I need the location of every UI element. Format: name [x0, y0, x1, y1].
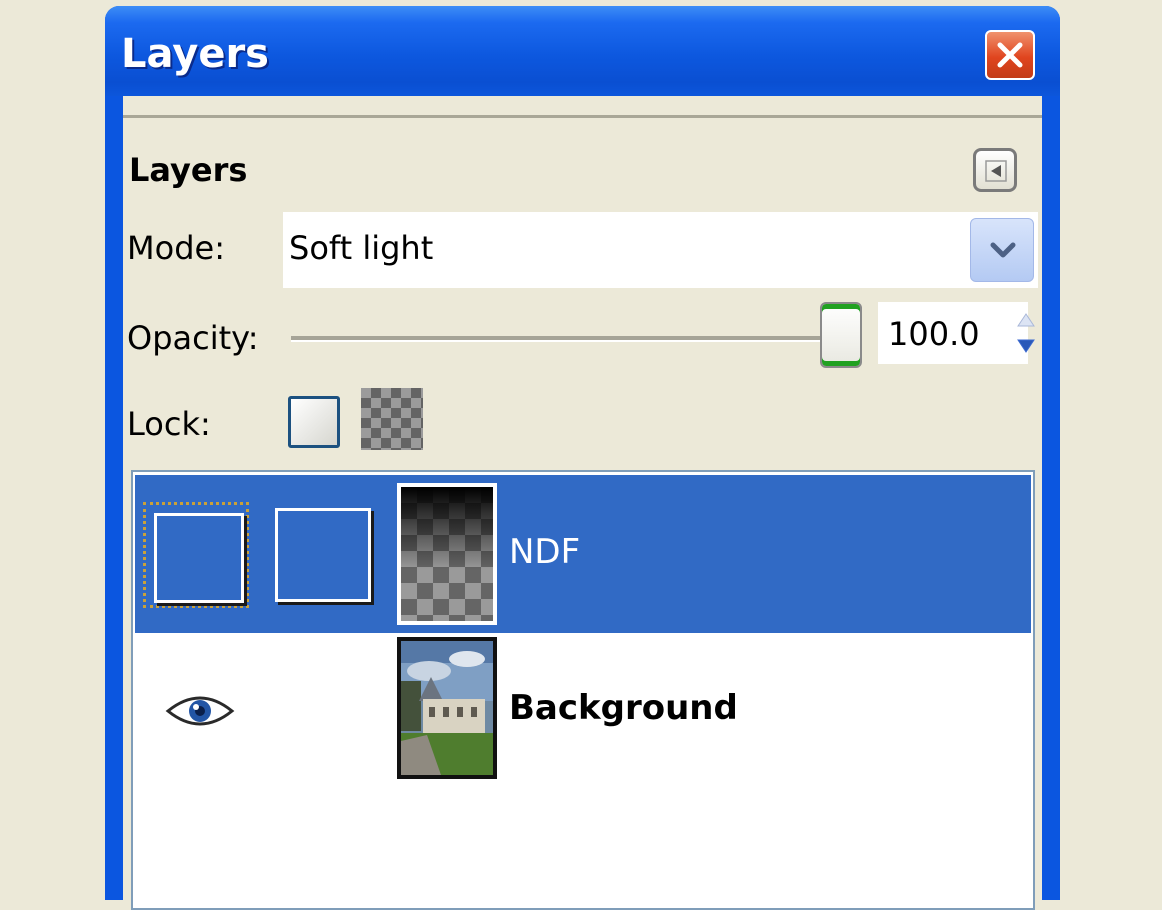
panel-title: Layers: [129, 151, 248, 189]
opacity-spin-input[interactable]: 100.0: [878, 302, 1028, 364]
close-icon: [997, 42, 1023, 68]
layer-name[interactable]: NDF: [509, 535, 580, 569]
opacity-slider-track[interactable]: [291, 336, 831, 342]
dock-tab-strip: [123, 96, 1042, 118]
chain-toggle[interactable]: [275, 508, 371, 602]
close-button[interactable]: [985, 30, 1035, 80]
spin-up-icon[interactable]: [1015, 304, 1037, 332]
mode-label: Mode:: [127, 229, 225, 267]
mode-value: Soft light: [289, 229, 434, 267]
layer-name[interactable]: Background: [509, 691, 738, 725]
chevron-down-icon: [990, 242, 1016, 258]
lock-alpha-checker-icon[interactable]: [361, 388, 423, 450]
visibility-toggle[interactable]: [143, 502, 249, 608]
dialog-client-area: Layers Mode: Soft light Opacity: 100.0 L…: [123, 96, 1042, 910]
opacity-spin-buttons[interactable]: [1013, 302, 1039, 364]
triangle-left-icon: [985, 160, 1007, 182]
layer-row-ndf[interactable]: NDF: [135, 475, 1031, 633]
visibility-cell: [154, 513, 244, 603]
layers-window: Layers Layers Mode: Soft light Opacity:: [105, 6, 1060, 910]
photo-thumbnail-image: [401, 641, 493, 775]
opacity-label: Opacity:: [127, 319, 259, 357]
lock-pixels-toggle[interactable]: [288, 396, 340, 448]
layer-list[interactable]: NDF Background: [131, 470, 1035, 910]
window-titlebar[interactable]: Layers: [105, 6, 1060, 96]
lock-label: Lock:: [127, 405, 211, 443]
opacity-slider-thumb[interactable]: [820, 302, 862, 368]
layer-thumbnail[interactable]: [397, 637, 497, 779]
mode-select[interactable]: Soft light: [283, 212, 1038, 288]
spin-down-icon[interactable]: [1015, 332, 1037, 360]
layer-row-background[interactable]: Background: [135, 633, 1031, 791]
opacity-value: 100.0: [888, 315, 980, 353]
panel-menu-button[interactable]: [973, 148, 1017, 192]
mode-dropdown-button[interactable]: [970, 218, 1034, 282]
layer-thumbnail[interactable]: [397, 483, 497, 625]
eye-icon[interactable]: [165, 691, 235, 731]
window-title: Layers: [121, 31, 269, 77]
